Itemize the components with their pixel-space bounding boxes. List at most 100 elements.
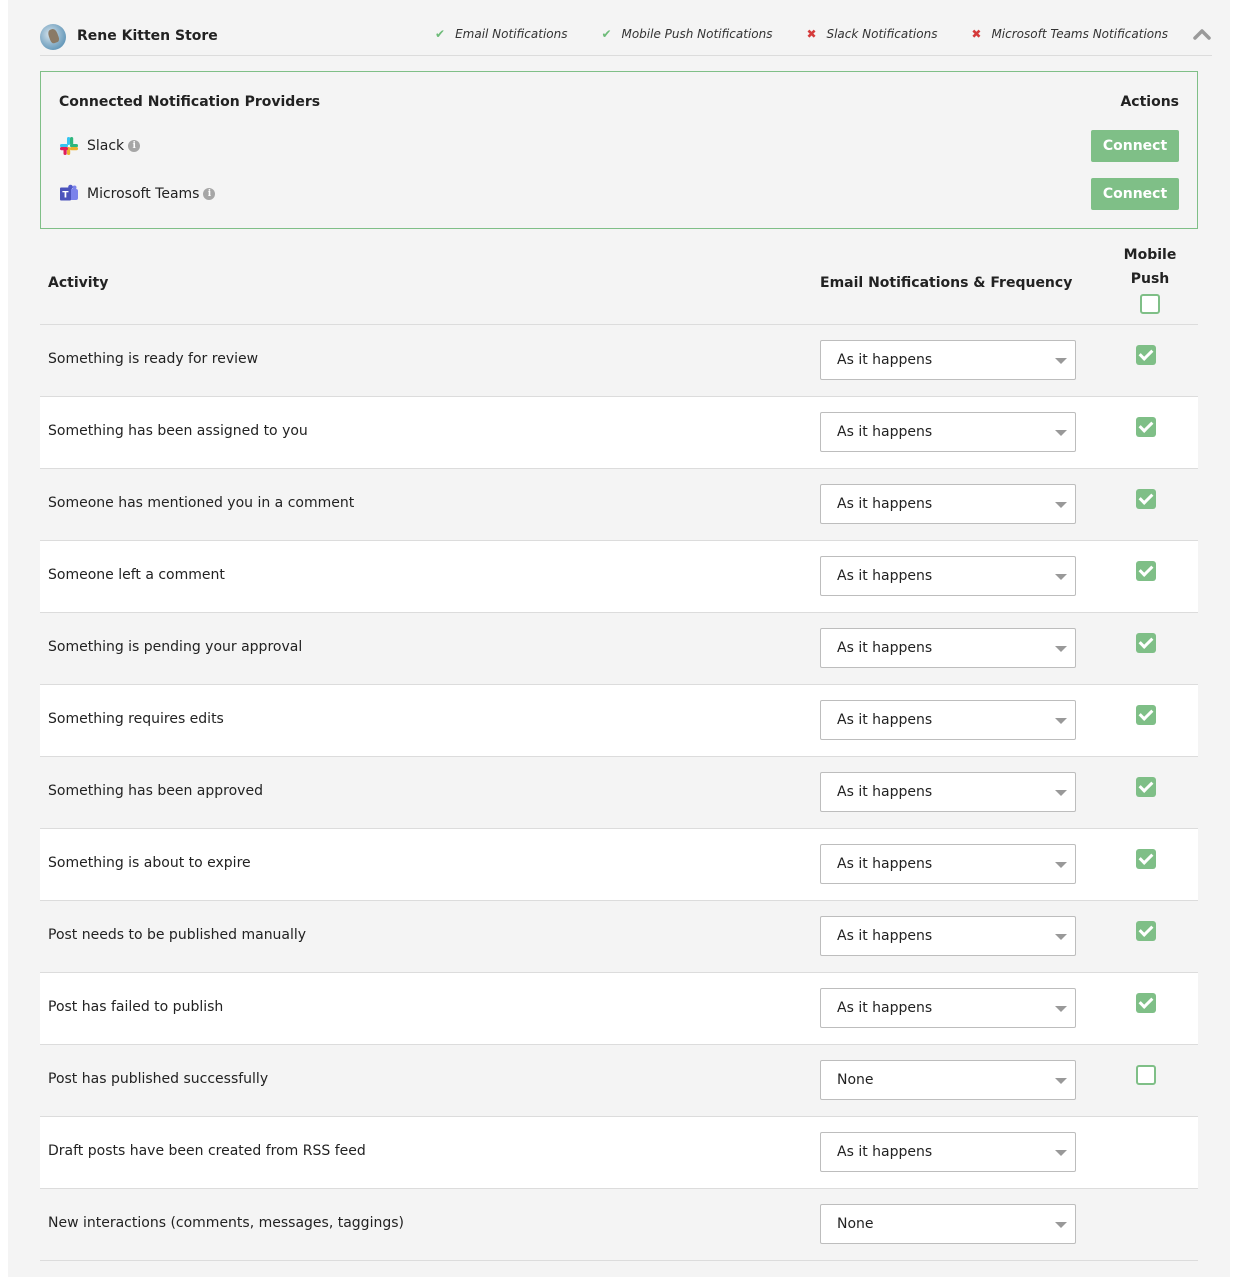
frequency-value: As it happens bbox=[837, 712, 933, 728]
slack-logo-icon bbox=[60, 137, 78, 155]
frequency-value: As it happens bbox=[837, 424, 933, 440]
mobile-push-select-all-checkbox[interactable] bbox=[1140, 294, 1160, 314]
frequency-value: As it happens bbox=[837, 928, 933, 944]
frequency-select[interactable]: As it happens bbox=[820, 700, 1076, 740]
table-row: Post has published successfully None bbox=[40, 1045, 1198, 1117]
activity-label: Something is pending your approval bbox=[48, 639, 303, 655]
frequency-select[interactable]: As it happens bbox=[820, 484, 1076, 524]
frequency-value: As it happens bbox=[837, 568, 933, 584]
frequency-value: As it happens bbox=[837, 856, 933, 872]
activity-label: Someone left a comment bbox=[48, 567, 225, 583]
dropdown-caret-icon bbox=[1055, 1078, 1067, 1084]
dropdown-caret-icon bbox=[1055, 358, 1067, 364]
dropdown-caret-icon bbox=[1055, 502, 1067, 508]
frequency-select[interactable]: As it happens bbox=[820, 988, 1076, 1028]
teams-logo-icon: T bbox=[60, 184, 78, 201]
table-row: Post has failed to publish As it happens bbox=[40, 973, 1198, 1045]
frequency-select[interactable]: As it happens bbox=[820, 1132, 1076, 1172]
activity-label: New interactions (comments, messages, ta… bbox=[48, 1215, 404, 1231]
frequency-select[interactable]: As it happens bbox=[820, 556, 1076, 596]
provider-slack: Slack i bbox=[59, 136, 141, 156]
dropdown-caret-icon bbox=[1055, 1222, 1067, 1228]
table-header: Activity Email Notifications & Frequency… bbox=[40, 240, 1198, 325]
frequency-value: None bbox=[837, 1072, 874, 1088]
mobile-push-checkbox[interactable] bbox=[1136, 705, 1156, 725]
check-icon: ✔ bbox=[601, 27, 612, 41]
table-row: Something is pending your approval As it … bbox=[40, 613, 1198, 685]
frequency-value: None bbox=[837, 1216, 874, 1232]
status-label: Slack Notifications bbox=[826, 27, 938, 41]
check-icon: ✔ bbox=[435, 27, 446, 41]
provider-microsoft-teams: T Microsoft Teams i bbox=[59, 184, 216, 204]
connect-slack-button[interactable]: Connect bbox=[1091, 130, 1179, 162]
dropdown-caret-icon bbox=[1055, 574, 1067, 580]
mobile-push-checkbox[interactable] bbox=[1136, 777, 1156, 797]
frequency-select[interactable]: As it happens bbox=[820, 628, 1076, 668]
store-name: Rene Kitten Store bbox=[77, 28, 218, 44]
activity-label: Post has failed to publish bbox=[48, 999, 224, 1015]
activity-label: Post needs to be published manually bbox=[48, 927, 307, 943]
mobile-push-checkbox[interactable] bbox=[1136, 849, 1156, 869]
connected-providers-panel: Connected Notification Providers Actions… bbox=[40, 71, 1198, 229]
column-header-mobile-push: Mobile Push bbox=[1112, 243, 1188, 314]
mobile-push-checkbox[interactable] bbox=[1136, 561, 1156, 581]
frequency-select[interactable]: As it happens bbox=[820, 340, 1076, 380]
dropdown-caret-icon bbox=[1055, 934, 1067, 940]
dropdown-caret-icon bbox=[1055, 718, 1067, 724]
table-row: Post needs to be published manually As it… bbox=[40, 901, 1198, 973]
status-label: Mobile Push Notifications bbox=[621, 27, 773, 41]
mobile-push-checkbox[interactable] bbox=[1136, 993, 1156, 1013]
status-slack: ✖ Slack Notifications bbox=[804, 27, 937, 41]
dropdown-caret-icon bbox=[1055, 862, 1067, 868]
frequency-select[interactable]: As it happens bbox=[820, 916, 1076, 956]
activity-label: Draft posts have been created from RSS f… bbox=[48, 1143, 366, 1159]
mobile-push-checkbox[interactable] bbox=[1136, 633, 1156, 653]
frequency-value: As it happens bbox=[837, 640, 933, 656]
mobile-push-checkbox[interactable] bbox=[1136, 489, 1156, 509]
column-header-email: Email Notifications & Frequency bbox=[820, 275, 1073, 291]
providers-title: Connected Notification Providers bbox=[59, 94, 321, 110]
activity-label: Post has published successfully bbox=[48, 1071, 269, 1087]
dropdown-caret-icon bbox=[1055, 646, 1067, 652]
info-icon[interactable]: i bbox=[128, 140, 141, 152]
frequency-select[interactable]: None bbox=[820, 1204, 1076, 1244]
frequency-select[interactable]: As it happens bbox=[820, 844, 1076, 884]
activity-label: Something has been assigned to you bbox=[48, 423, 308, 439]
activity-label: Something is about to expire bbox=[48, 855, 251, 871]
x-icon: ✖ bbox=[971, 27, 982, 41]
frequency-value: As it happens bbox=[837, 784, 933, 800]
table-row: Something is about to expire As it happen… bbox=[40, 829, 1198, 901]
info-icon[interactable]: i bbox=[203, 188, 216, 200]
mobile-push-checkbox[interactable] bbox=[1136, 345, 1156, 365]
status-label: Email Notifications bbox=[455, 27, 568, 41]
mobile-push-checkbox[interactable] bbox=[1136, 417, 1156, 437]
table-row: Someone left a comment As it happens bbox=[40, 541, 1198, 613]
activity-label: Something is ready for review bbox=[48, 351, 259, 367]
frequency-value: As it happens bbox=[837, 1000, 933, 1016]
mobile-header-line2: Push bbox=[1130, 271, 1170, 287]
frequency-select[interactable]: As it happens bbox=[820, 772, 1076, 812]
dropdown-caret-icon bbox=[1055, 430, 1067, 436]
table-row: Draft posts have been created from RSS f… bbox=[40, 1117, 1198, 1189]
activity-label: Someone has mentioned you in a comment bbox=[48, 495, 355, 511]
connect-teams-button[interactable]: Connect bbox=[1091, 178, 1179, 210]
status-mobile-push: ✔ Mobile Push Notifications bbox=[599, 27, 772, 41]
provider-name: Slack bbox=[87, 138, 125, 154]
collapse-button[interactable] bbox=[1192, 24, 1212, 44]
provider-name: Microsoft Teams bbox=[87, 186, 200, 202]
frequency-value: As it happens bbox=[837, 496, 933, 512]
table-row: Something requires edits As it happens bbox=[40, 685, 1198, 757]
frequency-select[interactable]: As it happens bbox=[820, 412, 1076, 452]
table-row: Something has been assigned to you As it … bbox=[40, 397, 1198, 469]
frequency-value: As it happens bbox=[837, 352, 933, 368]
activity-table-body: Something is ready for review As it happe… bbox=[40, 325, 1198, 1261]
svg-text:T: T bbox=[62, 191, 69, 201]
status-label: Microsoft Teams Notifications bbox=[991, 27, 1168, 41]
frequency-select[interactable]: None bbox=[820, 1060, 1076, 1100]
status-teams: ✖ Microsoft Teams Notifications bbox=[969, 27, 1168, 41]
mobile-push-checkbox[interactable] bbox=[1136, 1065, 1156, 1085]
dropdown-caret-icon bbox=[1055, 1150, 1067, 1156]
table-row: Something has been approved As it happens bbox=[40, 757, 1198, 829]
mobile-push-checkbox[interactable] bbox=[1136, 921, 1156, 941]
x-icon: ✖ bbox=[806, 27, 817, 41]
